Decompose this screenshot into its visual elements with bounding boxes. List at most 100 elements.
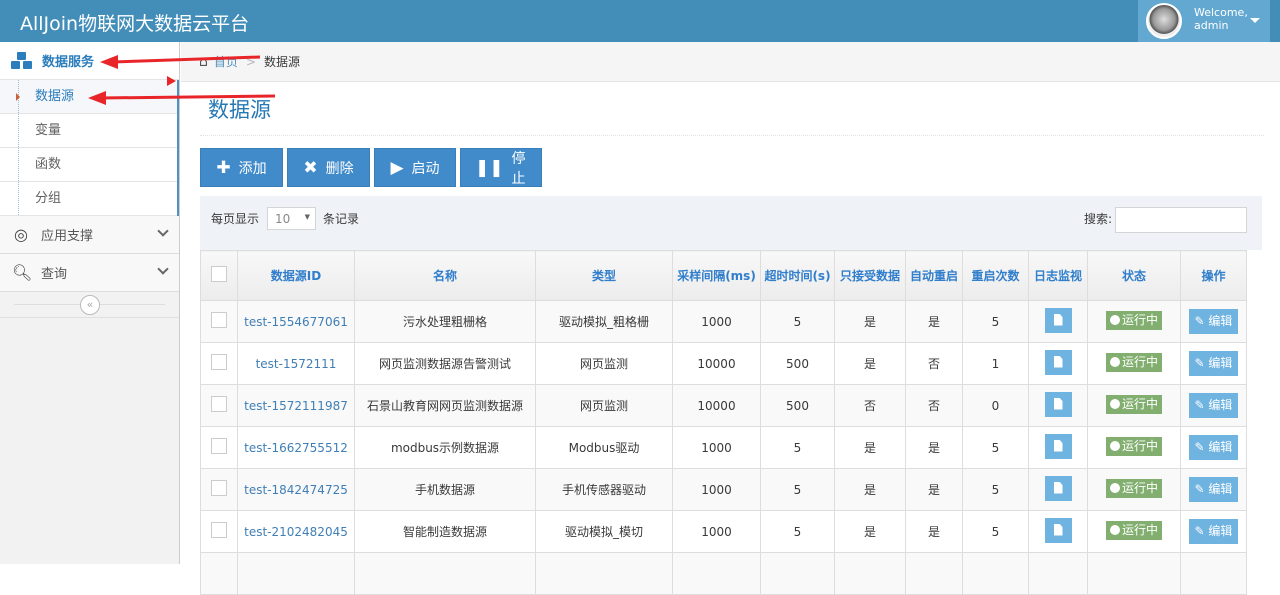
sidebar-item-variable[interactable]: 变量 [0,114,177,148]
log-file-button[interactable] [1044,433,1072,459]
edit-button[interactable]: ✎ 编辑 [1188,435,1239,460]
row-checkbox[interactable] [211,396,227,412]
stop-label: 停止 [511,150,526,187]
sidebar-item-app-support[interactable]: ◎ 应用支撑 [0,216,179,254]
breadcrumb-separator: > [245,54,256,69]
select-all-checkbox[interactable] [211,265,227,282]
row-checkbox[interactable] [211,480,227,496]
status-badge: 运行中 [1105,479,1162,498]
cell-auto-restart: 是 [905,426,963,469]
row-checkbox[interactable] [211,312,227,328]
cell [672,552,761,595]
edit-button[interactable]: ✎ 编辑 [1188,393,1239,418]
cell-sample-interval: 1000 [672,426,761,469]
column-header[interactable]: 只接受数据 [834,250,906,301]
cell-action: ✎ 编辑 [1180,468,1247,511]
datasource-table: 数据源ID 名称 类型 采样间隔(ms) 超时时间(s) 只接受数据 自动重启 重启次数 日志监… [200,250,1247,595]
cubes-icon [11,51,32,69]
cell [962,552,1029,595]
pencil-icon: ✎ [1194,524,1209,538]
cell-log [1028,300,1088,343]
cell-datasource-id[interactable]: test-1662755512 [237,426,355,469]
cell-name: 石景山教育网网页监测数据源 [354,384,536,427]
column-header[interactable]: 重启次数 [962,250,1029,301]
cell-accept-only: 否 [834,384,906,427]
cell-timeout: 500 [760,342,835,385]
cell-status: 运行中 [1087,510,1181,553]
pencil-icon: ✎ [1194,482,1209,496]
cell-datasource-id[interactable]: test-1842474725 [237,468,355,511]
start-button[interactable]: ▶ 启动 [374,148,456,187]
column-header[interactable]: 操作 [1180,250,1247,301]
log-file-button[interactable] [1044,517,1072,543]
cell-restart-count: 0 [962,384,1029,427]
sidebar-item-function[interactable]: 函数 [0,148,177,182]
edit-label: 编辑 [1208,314,1233,328]
select-all-cell [200,250,238,301]
row-checkbox[interactable] [211,438,227,454]
avatar [1146,3,1182,39]
column-header[interactable]: 数据源ID [237,250,355,301]
cell-timeout: 5 [760,468,835,511]
brand-title[interactable]: AllJoin物联网大数据云平台 [20,9,249,36]
cell-datasource-id[interactable]: test-1554677061 [237,300,355,343]
cell-restart-count: 5 [962,300,1029,343]
column-header[interactable]: 日志监视 [1028,250,1088,301]
log-file-button[interactable] [1044,349,1072,375]
sidebar-item-data-service[interactable]: 数据服务 [0,42,179,80]
cell-datasource-id[interactable]: test-1572111 [237,342,355,385]
add-button[interactable]: ✚ 添加 [200,148,283,187]
sidebar-item-group[interactable]: 分组 [0,182,177,216]
collapse-button[interactable]: « [80,295,100,315]
cell-datasource-id[interactable]: test-1572111987 [237,384,355,427]
column-header[interactable]: 状态 [1087,250,1181,301]
cell-action: ✎ 编辑 [1180,384,1247,427]
row-checkbox[interactable] [211,522,227,538]
edit-label: 编辑 [1208,482,1233,496]
row-checkbox[interactable] [211,354,227,370]
log-file-button[interactable] [1044,307,1072,333]
cell-status: 运行中 [1087,300,1181,343]
cell-timeout: 5 [760,300,835,343]
pencil-icon: ✎ [1194,440,1209,454]
chevron-down-icon [157,263,169,275]
sidebar-item-query[interactable]: 🔍︎ 查询 [0,254,179,292]
delete-button[interactable]: ✖ 删除 [287,148,370,187]
sidebar-item-datasource[interactable]: 数据源 [0,80,177,114]
pencil-icon: ✎ [1194,398,1209,412]
edit-label: 编辑 [1208,356,1233,370]
cell [1180,552,1247,595]
cell-accept-only: 是 [834,426,906,469]
column-header[interactable]: 采样间隔(ms) [672,250,761,301]
cell-action: ✎ 编辑 [1180,342,1247,385]
column-header[interactable]: 超时时间(s) [760,250,835,301]
row-select-cell [200,426,238,469]
column-header[interactable]: 自动重启 [905,250,963,301]
log-file-button[interactable] [1044,391,1072,417]
search-input[interactable] [1115,207,1247,233]
cell-accept-only: 是 [834,300,906,343]
user-menu[interactable]: Welcome, admin [1138,0,1270,42]
cell-datasource-id[interactable]: test-2102482045 [237,510,355,553]
row-select-cell [200,384,238,427]
cell-log [1028,342,1088,385]
cell-type: 驱动模拟_模切 [535,510,673,553]
cell-sample-interval: 10000 [672,384,761,427]
log-file-button[interactable] [1044,475,1072,501]
cell [535,552,673,595]
breadcrumb-home[interactable]: 首页 [214,53,238,70]
play-icon: ▶ [390,157,404,178]
stop-button[interactable]: ❚❚ 停止 [460,148,542,187]
edit-button[interactable]: ✎ 编辑 [1188,351,1239,376]
column-header[interactable]: 名称 [354,250,536,301]
cell-name: 手机数据源 [354,468,536,511]
sidebar-label: 应用支撑 [41,229,94,244]
per-page-select[interactable]: 10 [267,207,316,230]
edit-button[interactable]: ✎ 编辑 [1188,477,1239,502]
status-badge: 运行中 [1105,521,1162,540]
column-header[interactable]: 类型 [535,250,673,301]
edit-button[interactable]: ✎ 编辑 [1188,519,1239,544]
edit-button[interactable]: ✎ 编辑 [1188,309,1239,334]
cell-log [1028,510,1088,553]
row-select-cell [200,510,238,553]
